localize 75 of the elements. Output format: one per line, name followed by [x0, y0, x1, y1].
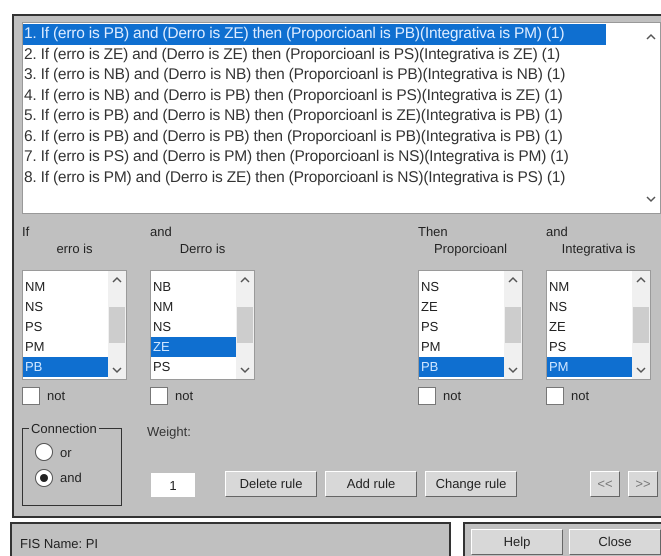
list-box[interactable]: NS ZE PS PM PB	[418, 270, 523, 380]
not-checkbox[interactable]	[22, 386, 40, 405]
not-checkbox[interactable]	[546, 386, 564, 405]
connective-label: and	[150, 224, 173, 240]
not-label: not	[175, 387, 194, 405]
scroll-down-icon[interactable]	[112, 367, 122, 374]
scroll-up-icon[interactable]	[240, 276, 250, 283]
list-box[interactable]: NB NM NS ZE PS	[150, 270, 255, 380]
list-item[interactable]: NM	[151, 297, 236, 317]
scrollbar-thumb[interactable]	[505, 307, 521, 343]
variable-label: Proporcioanl	[434, 240, 507, 258]
not-checkbox[interactable]	[418, 386, 436, 405]
scroll-up-icon[interactable]	[636, 276, 646, 283]
list-item[interactable]: PM	[419, 337, 504, 357]
radio-label: or	[60, 444, 72, 462]
not-label: not	[443, 387, 462, 405]
list-item[interactable]: ZE	[547, 317, 632, 337]
rule-item[interactable]: 3. If (erro is NB) and (Derro is NB) then (Proporcioanl is PB)(Integrativa is NB) (1)	[23, 65, 608, 86]
list-item[interactable]: PS	[419, 317, 504, 337]
list-item[interactable]: NS	[547, 297, 632, 317]
rule-item[interactable]: 5. If (erro is PB) and (Derro is NB) then (Proporcioanl is ZE)(Integrativa is PB) (1)	[23, 106, 605, 126]
variable-label: Derro is	[180, 240, 226, 258]
list-item[interactable]: NS	[23, 297, 108, 317]
not-checkbox[interactable]	[150, 386, 168, 405]
not-label: not	[571, 387, 590, 405]
not-label: not	[47, 387, 66, 405]
rule-item[interactable]: 1. If (erro is PB) and (Derro is ZE) then (Proporcioanl is PB)(Integrativa is PM) (1)	[23, 24, 606, 44]
rule-item[interactable]: 8. If (erro is PM) and (Derro is ZE) then (Proporcioanl is NS)(Integrativa is PS) (1)	[23, 168, 608, 188]
weight-field[interactable]: 1	[151, 473, 195, 497]
scroll-up-icon[interactable]	[646, 33, 656, 40]
rule-item[interactable]: 6. If (erro is PB) and (Derro is PB) then (Proporcioanl is PB)(Integrativa is PB) (1)	[23, 126, 605, 147]
scroll-down-icon[interactable]	[508, 367, 518, 374]
list-item[interactable]: PS	[547, 337, 632, 357]
scroll-down-icon[interactable]	[240, 367, 250, 374]
connective-label: If	[22, 224, 30, 240]
list-box[interactable]: NM NS PS PM PB	[22, 270, 127, 380]
weight-label: Weight:	[147, 422, 192, 441]
list-item[interactable]: NS	[419, 277, 504, 297]
list-item[interactable]: NB	[151, 277, 236, 297]
rule-action-button[interactable]: Change rule	[425, 471, 517, 497]
list-item[interactable]: NM	[547, 277, 632, 297]
connective-label: Then	[418, 224, 449, 240]
list-item[interactable]: NS	[151, 317, 236, 337]
radio-button[interactable]	[35, 468, 53, 487]
scroll-down-icon[interactable]	[636, 367, 646, 374]
rule-item[interactable]: 7. If (erro is PS) and (Derro is PM) then (Proporcioanl is NS)(Integrativa is PM) (1)	[23, 147, 611, 168]
connective-label: and	[546, 224, 569, 240]
rule-item[interactable]: 4. If (erro is NB) and (Derro is PB) then (Proporcioanl is PS)(Integrativa is ZE) (1)	[23, 86, 605, 106]
list-item[interactable]: PM	[547, 357, 632, 377]
radio-label: and	[60, 469, 82, 487]
dialog-button[interactable]: Help	[471, 529, 563, 555]
scrollbar-thumb[interactable]	[237, 307, 253, 343]
scroll-up-icon[interactable]	[112, 276, 122, 283]
list-item[interactable]: ZE	[419, 297, 504, 317]
list-item[interactable]: ZE	[151, 337, 236, 357]
list-item[interactable]: PM	[23, 337, 108, 357]
list-item[interactable]: NM	[23, 277, 108, 297]
scrollbar-thumb[interactable]	[633, 307, 649, 343]
list-item[interactable]: PS	[151, 357, 236, 377]
variable-label: erro is	[56, 240, 93, 258]
rule-list[interactable]	[22, 22, 661, 214]
variable-label: Integrativa is	[562, 240, 636, 258]
rule-item[interactable]: 2. If (erro is ZE) and (Derro is ZE) then (Proporcioanl is PS)(Integrativa is ZE) (1)	[23, 44, 602, 65]
scroll-down-icon[interactable]	[646, 196, 656, 203]
list-item[interactable]: PS	[23, 317, 108, 337]
scrollbar-thumb[interactable]	[109, 307, 125, 343]
list-box[interactable]: NM NS ZE PS PM	[546, 270, 651, 380]
radio-button[interactable]	[35, 443, 53, 462]
list-item[interactable]: PB	[419, 357, 504, 377]
dialog-button[interactable]: Close	[569, 529, 661, 555]
rule-action-button[interactable]: Add rule	[325, 471, 417, 497]
scroll-up-icon[interactable]	[508, 276, 518, 283]
list-item[interactable]: PB	[23, 357, 108, 377]
rule-action-button[interactable]: Delete rule	[225, 471, 317, 497]
status-text: FIS Name: PI	[20, 536, 98, 551]
